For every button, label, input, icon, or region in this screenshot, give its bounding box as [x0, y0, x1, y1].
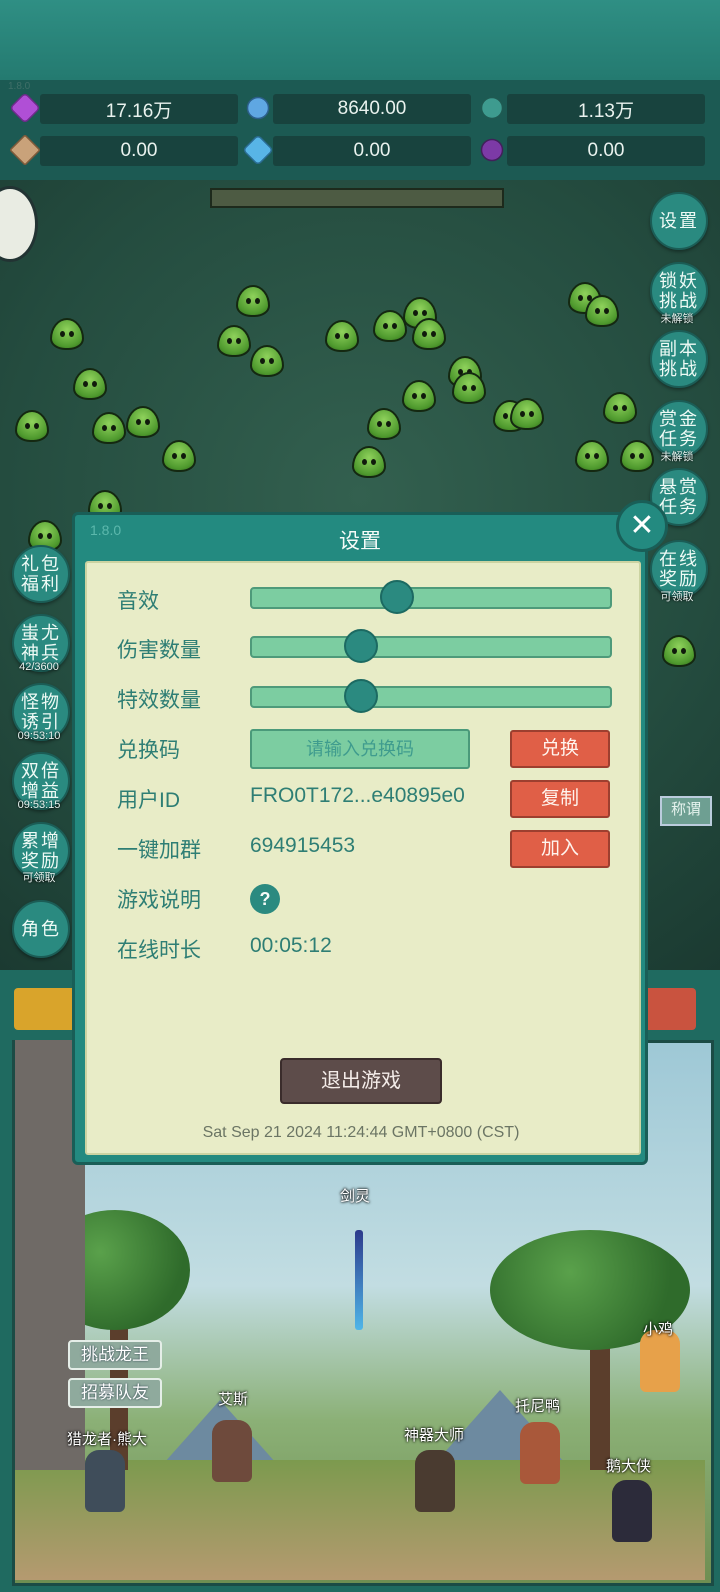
npc-name-goose-hero: 鹅大侠	[606, 1458, 652, 1475]
game-guide-label: 游戏说明	[117, 889, 201, 912]
double-boost-timer: 09:53:15	[17, 799, 61, 811]
cumulative-reward-label: 累增奖励	[21, 831, 61, 871]
damage-number-label: 伤害数量	[117, 639, 201, 662]
exit-game-button[interactable]: 退出游戏	[280, 1058, 442, 1104]
online-reward-status: 可领取	[660, 591, 694, 603]
online-time-value: 00:05:12	[250, 934, 332, 957]
help-icon[interactable]: ?	[250, 884, 280, 914]
chiyou-weapon-progress: 42/3600	[19, 661, 59, 673]
effects-number-slider-handle[interactable]	[344, 679, 378, 713]
boss-hp-bar	[210, 188, 504, 208]
npc-ais[interactable]	[212, 1420, 252, 1482]
blue-crystal-icon	[242, 92, 274, 124]
monster-lure-label: 怪物诱引	[21, 692, 61, 732]
resource-slot-scroll[interactable]: 0.00	[9, 134, 238, 166]
character-button-label: 角色	[21, 919, 61, 939]
demon-lock-status: 未解锁	[660, 313, 694, 325]
dialog-title: 设置	[339, 530, 381, 553]
npc-tony-duck[interactable]	[520, 1422, 560, 1484]
npc-name-tony-duck: 托尼鸭	[515, 1398, 561, 1415]
resource-slot-shard[interactable]: 0.00	[242, 134, 471, 166]
redeem-code-label: 兑换码	[117, 739, 180, 762]
version-label-top: 1.8.0	[8, 81, 31, 92]
npc-name-chick: 小鸡	[643, 1321, 674, 1338]
resource-value: 1.13万	[578, 100, 634, 122]
redeem-code-input[interactable]	[250, 729, 470, 769]
bounty-quest-status: 未解锁	[660, 451, 694, 463]
damage-number-slider[interactable]	[250, 629, 612, 663]
effects-number-slider[interactable]	[250, 679, 612, 713]
chiyou-weapon-label: 蚩尤神兵	[21, 623, 61, 663]
datetime-label: Sat Sep 21 2024 11:24:44 GMT+0800 (CST)	[202, 1124, 520, 1141]
resource-slot-crystal[interactable]: 8640.00	[242, 92, 471, 124]
scroll-icon	[9, 134, 41, 166]
resource-slot-gems[interactable]: 17.16万	[9, 92, 238, 124]
resource-slot-pot[interactable]: 0.00	[476, 134, 705, 166]
copy-button[interactable]: 复制	[510, 780, 610, 818]
npc-name-sword-spirit: 剑灵	[340, 1188, 371, 1205]
top-header-band	[0, 0, 720, 80]
resource-value: 0.00	[120, 140, 158, 161]
resource-slot-orb[interactable]: 1.13万	[476, 92, 705, 124]
join-group-label: 一键加群	[117, 839, 201, 862]
damage-number-slider-handle[interactable]	[344, 629, 378, 663]
redeem-button[interactable]: 兑换	[510, 730, 610, 768]
monster-lure-timer: 09:53:10	[17, 730, 61, 742]
close-icon: ✕	[629, 509, 655, 542]
recruit-teammates-button[interactable]: 招募队友	[68, 1378, 162, 1408]
purple-pot-icon	[476, 134, 508, 166]
npc-name-dragon-hunter: 猎龙者·熊大	[67, 1431, 147, 1448]
sword-spirit-figure[interactable]	[355, 1230, 363, 1330]
resource-value: 0.00	[353, 140, 391, 161]
resource-value: 17.16万	[105, 100, 173, 122]
purple-gem-icon	[9, 92, 41, 124]
settings-button-label: 设置	[659, 211, 699, 231]
cumulative-reward-status: 可领取	[22, 872, 56, 884]
npc-artifact-master[interactable]	[415, 1450, 455, 1512]
resource-value: 0.00	[587, 140, 625, 161]
bounty-quest-label: 赏金任务	[659, 409, 699, 449]
npc-name-ais: 艾斯	[218, 1391, 249, 1408]
character-button[interactable]: 角色	[12, 900, 70, 958]
gift-pack-label: 礼包福利	[21, 554, 61, 594]
ice-shard-icon	[242, 134, 274, 166]
dungeon-challenge-label: 副本挑战	[659, 339, 699, 379]
green-orb-icon	[476, 92, 508, 124]
npc-goose-hero[interactable]	[612, 1480, 652, 1542]
group-number-value: 694915453	[250, 834, 356, 857]
dungeon-challenge-button[interactable]: 副本挑战	[650, 330, 708, 388]
join-button[interactable]: 加入	[510, 830, 610, 868]
dialog-version-label: 1.8.0	[90, 522, 122, 538]
settings-button[interactable]: 设置	[650, 192, 708, 250]
user-id-label: 用户ID	[117, 789, 180, 812]
demon-lock-challenge-label: 锁妖挑战	[659, 271, 699, 311]
user-id-value: FRO0T172...e40895e0	[250, 784, 465, 807]
effects-number-label: 特效数量	[117, 689, 201, 712]
challenge-dragon-king-button[interactable]: 挑战龙王	[68, 1340, 162, 1370]
double-boost-label: 双倍增益	[21, 761, 61, 801]
resource-value: 8640.00	[337, 98, 407, 119]
online-time-label: 在线时长	[117, 939, 201, 962]
sound-label: 音效	[117, 590, 159, 613]
sound-slider-handle[interactable]	[380, 580, 414, 614]
gift-pack-button[interactable]: 礼包福利	[12, 545, 70, 603]
online-reward-label: 在线奖励	[659, 549, 699, 589]
title-tag-button[interactable]: 称谓	[660, 796, 712, 826]
npc-chick[interactable]	[640, 1330, 680, 1392]
npc-name-artifact-master: 神器大师	[404, 1427, 465, 1444]
close-button[interactable]: ✕	[616, 500, 668, 552]
sound-slider[interactable]	[250, 580, 612, 614]
npc-dragon-hunter[interactable]	[85, 1450, 125, 1512]
